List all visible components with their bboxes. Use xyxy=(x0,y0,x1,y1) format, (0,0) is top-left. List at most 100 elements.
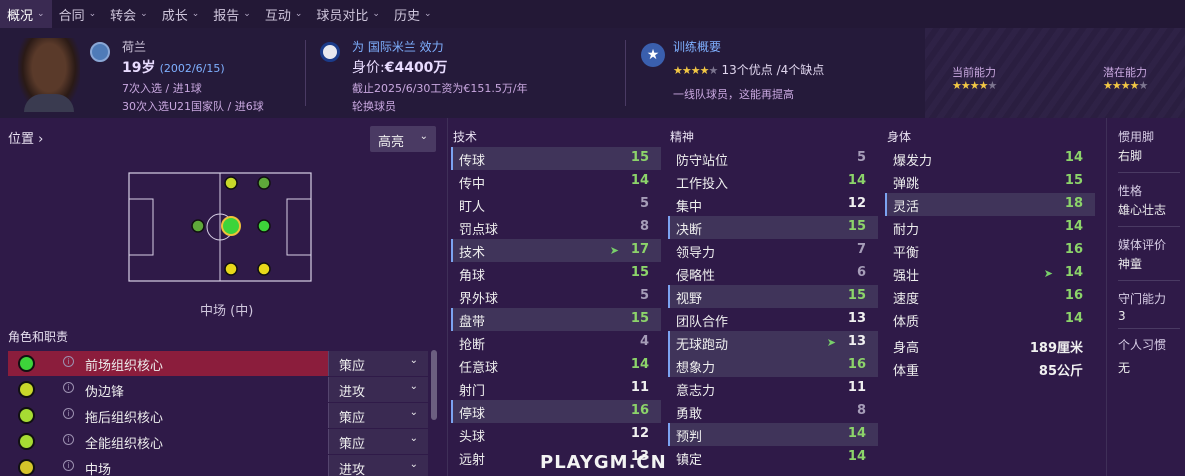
info-icon[interactable]: i xyxy=(63,382,74,393)
tab-7[interactable]: 历史 ⌄ xyxy=(387,0,439,28)
training-star-icon: ★ xyxy=(641,43,665,67)
attribute-row[interactable]: 技术 ➤ 17 xyxy=(451,239,661,262)
attribute-row[interactable]: 视野 15 xyxy=(668,285,878,308)
attribute-row[interactable]: 抢断 4 xyxy=(451,331,661,354)
info-icon[interactable]: i xyxy=(63,434,74,445)
attribute-row[interactable]: 界外球 5 xyxy=(451,285,661,308)
club-label[interactable]: 为 国际米兰 效力 xyxy=(352,38,528,55)
duty-dropdown[interactable]: 进攻 ⌄ xyxy=(328,455,428,476)
attribute-row[interactable]: 传球 15 xyxy=(451,147,661,170)
attribute-value: 5 xyxy=(639,288,649,303)
role-fit-icon xyxy=(18,381,35,398)
attribute-value: 8 xyxy=(856,403,866,418)
attribute-row[interactable]: 爆发力 14 xyxy=(885,147,1095,170)
roles-title: 角色和职责 xyxy=(8,330,69,344)
attribute-row[interactable]: 镇定 14 xyxy=(668,446,878,469)
attribute-row[interactable]: 角球 15 xyxy=(451,262,661,285)
attribute-row[interactable]: 盘带 15 xyxy=(451,308,661,331)
attribute-value: 11 xyxy=(847,380,866,395)
tab-1[interactable]: 合同 ⌄ xyxy=(52,0,104,28)
physical-title: 身体 xyxy=(887,130,912,144)
role-row[interactable]: i 拖后组织核心 策应 ⌄ xyxy=(8,403,428,428)
attribute-row[interactable]: 灵活 18 xyxy=(885,193,1095,216)
duty-dropdown[interactable]: 进攻 ⌄ xyxy=(328,377,428,402)
duty-dropdown[interactable]: 策应 ⌄ xyxy=(328,351,428,376)
attribute-row[interactable]: 预判 14 xyxy=(668,423,878,446)
attribute-row[interactable]: 强壮 ➤ 14 xyxy=(885,262,1095,285)
attribute-row[interactable]: 想象力 16 xyxy=(668,354,878,377)
attribute-value: 11 xyxy=(630,380,649,395)
attribute-row[interactable]: 决断 15 xyxy=(668,216,878,239)
attribute-row[interactable]: 头球 12 xyxy=(451,423,661,446)
attribute-name: 速度 xyxy=(893,292,920,307)
role-row[interactable]: i 全能组织核心 策应 ⌄ xyxy=(8,429,428,454)
attribute-row[interactable]: 射门 11 xyxy=(451,377,661,400)
attribute-row[interactable]: 集中 12 xyxy=(668,193,878,216)
attribute-value: 14 xyxy=(1064,311,1083,326)
habits-value: 无 xyxy=(1118,361,1131,375)
role-row[interactable]: i 伪边锋 进攻 ⌄ xyxy=(8,377,428,402)
top-nav: 概况 ⌄ 合同 ⌄ 转会 ⌄ 成长 ⌄ 报告 ⌄ 互动 ⌄ 球员对比 ⌄ 历史 ⌄ xyxy=(0,0,1185,28)
tab-0[interactable]: 概况 ⌄ xyxy=(0,0,52,28)
attribute-row[interactable]: 领导力 7 xyxy=(668,239,878,262)
attribute-name: 罚点球 xyxy=(459,223,499,238)
attribute-value: 7 xyxy=(856,242,866,257)
training-note: 一线队球员，这能再提高 xyxy=(673,88,794,101)
tab-2[interactable]: 转会 ⌄ xyxy=(103,0,155,28)
role-row[interactable]: i 中场 进攻 ⌄ xyxy=(8,455,428,476)
attribute-row[interactable]: 耐力 14 xyxy=(885,216,1095,239)
roles-scrollbar[interactable] xyxy=(431,350,437,420)
attribute-name: 盘带 xyxy=(459,315,486,330)
club-info: 为 国际米兰 效力 身价:€4400万 截止2025/6/30工资为€151.5… xyxy=(352,38,528,114)
attribute-row[interactable]: 任意球 14 xyxy=(451,354,661,377)
attribute-name: 团队合作 xyxy=(676,315,729,330)
attribute-row[interactable]: 体质 14 xyxy=(885,308,1095,331)
position-title[interactable]: 位置 › xyxy=(8,128,43,147)
attribute-row[interactable]: 罚点球 8 xyxy=(451,216,661,239)
attribute-row[interactable]: 传中 14 xyxy=(451,170,661,193)
value: €4400万 xyxy=(384,60,448,76)
attribute-row[interactable]: 平衡 16 xyxy=(885,239,1095,262)
position-label: 中场 (中) xyxy=(200,304,254,319)
attribute-name: 勇敢 xyxy=(676,407,703,422)
duty-dropdown[interactable]: 策应 ⌄ xyxy=(328,403,428,428)
tab-5[interactable]: 互动 ⌄ xyxy=(258,0,310,28)
attribute-name: 远射 xyxy=(459,453,486,468)
info-icon[interactable]: i xyxy=(63,356,74,367)
attribute-value: 14 xyxy=(1064,219,1083,234)
duty-dropdown[interactable]: 策应 ⌄ xyxy=(328,429,428,454)
attribute-value: 12 xyxy=(630,426,649,441)
attribute-row[interactable]: 盯人 5 xyxy=(451,193,661,216)
attribute-row[interactable]: 弹跳 15 xyxy=(885,170,1095,193)
watermark: PLAYGM.CN xyxy=(540,452,667,473)
tab-6[interactable]: 球员对比 ⌄ xyxy=(309,0,387,28)
trend-arrow-icon: ➤ xyxy=(609,244,619,257)
attribute-row[interactable]: 防守站位 5 xyxy=(668,147,878,170)
role-row[interactable]: i 前场组织核心 策应 ⌄ xyxy=(8,351,428,376)
attribute-row[interactable]: 勇敢 8 xyxy=(668,400,878,423)
attribute-name: 传球 xyxy=(459,154,486,169)
info-icon[interactable]: i xyxy=(63,408,74,419)
attribute-name: 防守站位 xyxy=(676,154,729,169)
tab-3[interactable]: 成长 ⌄ xyxy=(155,0,207,28)
attribute-row[interactable]: 速度 16 xyxy=(885,285,1095,308)
attribute-name: 无球跑动 xyxy=(676,338,729,353)
highlight-dropdown[interactable]: 高亮 ⌄ xyxy=(370,126,436,152)
current-ability-label: 当前能力 xyxy=(952,66,996,79)
info-icon[interactable]: i xyxy=(63,460,74,471)
attribute-name: 体质 xyxy=(893,315,920,330)
attribute-name: 弹跳 xyxy=(893,177,920,192)
attribute-row[interactable]: 侵略性 6 xyxy=(668,262,878,285)
habits-label: 个人习惯 xyxy=(1118,338,1167,352)
age: 19岁 xyxy=(122,60,156,76)
nation-label[interactable]: 荷兰 xyxy=(122,38,264,55)
tab-4[interactable]: 报告 ⌄ xyxy=(206,0,258,28)
training-title[interactable]: 训练概要 xyxy=(673,38,824,55)
attribute-row[interactable]: 停球 16 xyxy=(451,400,661,423)
attribute-row[interactable]: 工作投入 14 xyxy=(668,170,878,193)
attribute-row[interactable]: 无球跑动 ➤ 13 xyxy=(668,331,878,354)
attribute-name: 镇定 xyxy=(676,453,703,468)
attribute-row[interactable]: 团队合作 13 xyxy=(668,308,878,331)
attribute-value: 14 xyxy=(847,426,866,441)
attribute-row[interactable]: 意志力 11 xyxy=(668,377,878,400)
